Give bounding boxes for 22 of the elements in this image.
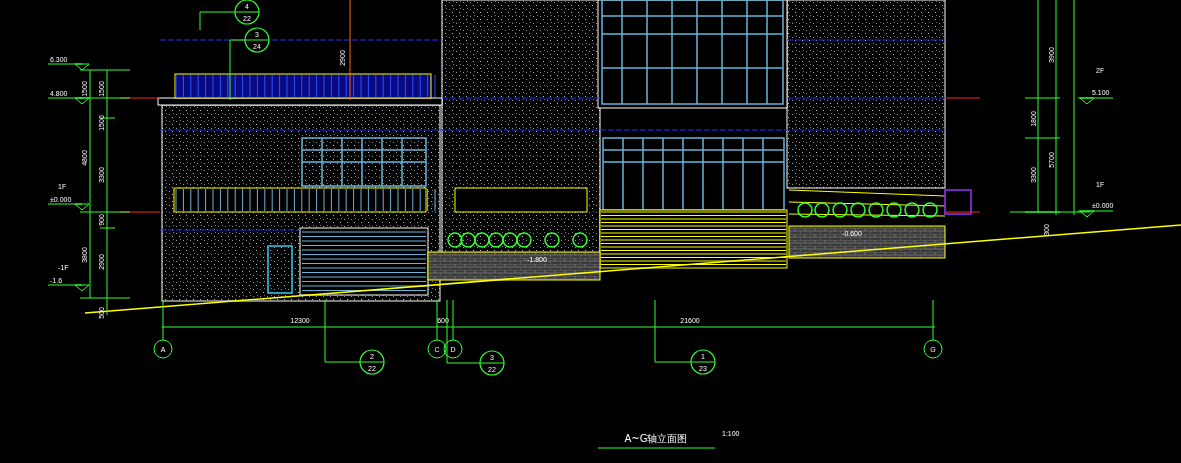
axis-bubble: [427, 339, 447, 359]
elevation-marker: [47, 203, 90, 211]
elevation-marker: [47, 63, 90, 71]
detail-callout-bubble: [244, 27, 270, 53]
leader-line: [229, 39, 246, 101]
elevation-marker: [1077, 210, 1114, 218]
detail-callout-bubble: [359, 349, 385, 375]
elevation-marker: [47, 97, 90, 105]
detail-callout-bubble: [479, 350, 505, 376]
leader-line: [199, 11, 236, 31]
detail-callout-bubble: [690, 349, 716, 375]
axis-line: [932, 299, 934, 341]
axis-line: [452, 299, 454, 341]
drawing-title: A~G轴立面图: [624, 433, 688, 444]
axis-line: [162, 299, 164, 341]
axis-line: [436, 299, 438, 341]
elevation-marker: [1077, 97, 1114, 105]
leader-line: [324, 299, 361, 363]
axis-bubble: [443, 339, 463, 359]
elevation-marker: [47, 284, 90, 292]
axis-bubble: [923, 339, 943, 359]
axis-bubble: [153, 339, 173, 359]
